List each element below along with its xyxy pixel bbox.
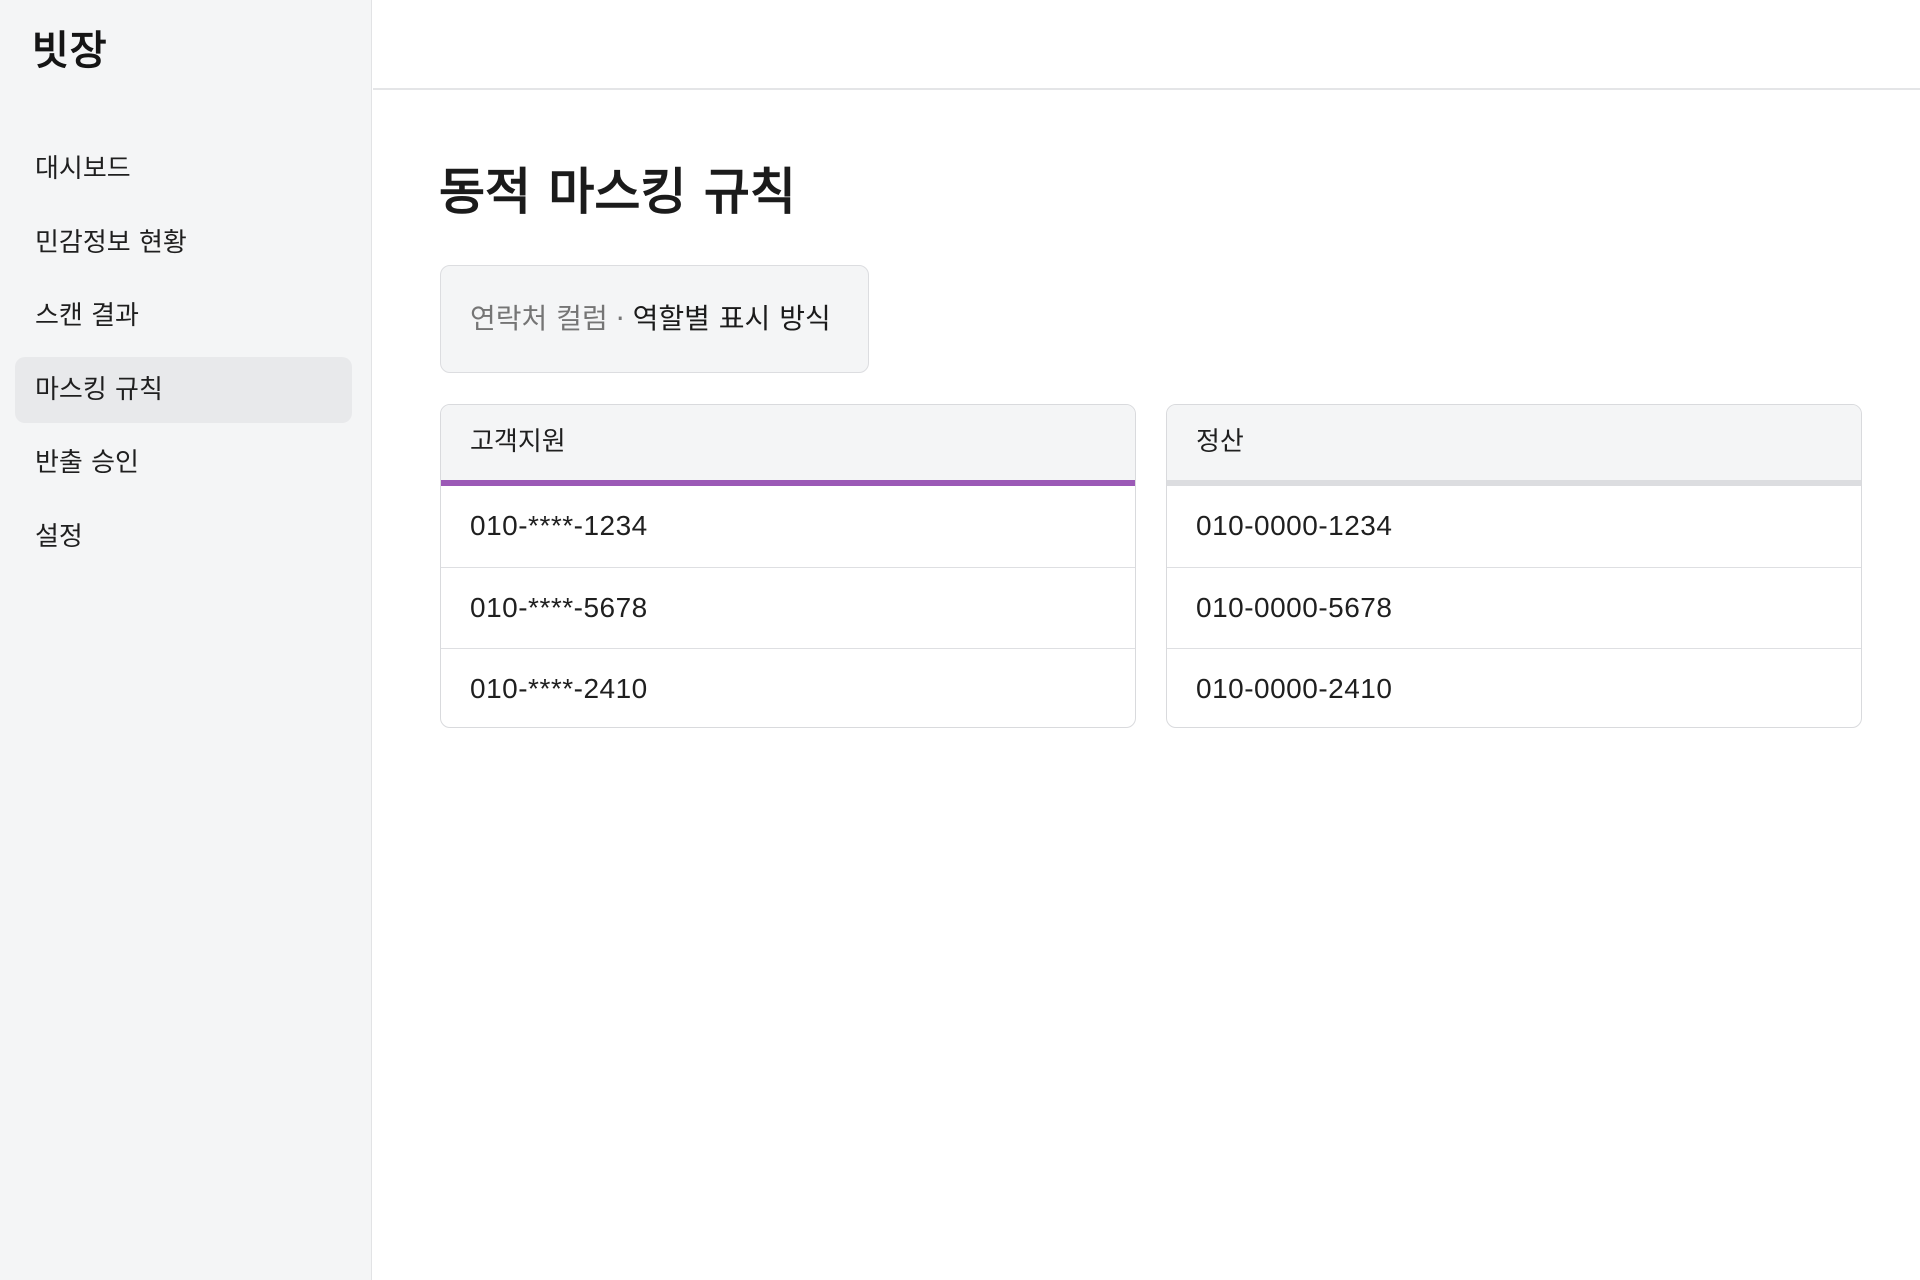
- app-window: 빗장 대시보드 민감정보 현황 스캔 결과 마스킹 규칙 반출 승인 설정 동적…: [0, 0, 1920, 1280]
- role-card-header: 정산: [1167, 405, 1861, 480]
- masked-value-row: 010-****-1234: [470, 510, 648, 541]
- role-card-customer-support: 고객지원 010-****-1234 010-****-5678 010-***…: [440, 404, 1136, 728]
- sidebar-item-export-approval[interactable]: 반출 승인: [15, 430, 352, 496]
- context-column: 연락처 컬럼: [470, 302, 608, 335]
- page-title: 동적 마스킹 규칙: [439, 163, 796, 221]
- value-row: 010-0000-2410: [1167, 648, 1861, 727]
- role-card-settlement: 정산 010-0000-1234 010-0000-5678 010-0000-…: [1166, 404, 1862, 728]
- sidebar-item-scan-results[interactable]: 스캔 결과: [15, 283, 352, 349]
- value-row: 010-0000-5678: [1167, 567, 1861, 648]
- sidebar: 빗장 대시보드 민감정보 현황 스캔 결과 마스킹 규칙 반출 승인 설정: [0, 0, 372, 1280]
- sidebar-item-settings[interactable]: 설정: [15, 504, 352, 570]
- main-content: 동적 마스킹 규칙 연락처 컬럼 · 역할별 표시 방식 고객지원 010-****…: [373, 90, 1920, 1280]
- masked-value-row: 010-****-2410: [441, 648, 1135, 727]
- sidebar-item-sensitive-data-status[interactable]: 민감정보 현황: [15, 210, 352, 276]
- context-label: 연락처 컬럼 · 역할별 표시 방식: [440, 265, 869, 373]
- sidebar-item-dashboard[interactable]: 대시보드: [15, 136, 352, 202]
- sidebar-item-masking-rules[interactable]: 마스킹 규칙: [15, 356, 352, 423]
- app-logo: 빗장: [32, 28, 108, 74]
- masked-value-row: 010-****-5678: [441, 567, 1135, 648]
- context-mode: 역할별 표시 방식: [632, 302, 831, 335]
- value-row: 010-0000-1234: [1196, 510, 1393, 541]
- context-separator: ·: [615, 302, 625, 335]
- sidebar-nav: 대시보드 민감정보 현황 스캔 결과 마스킹 규칙 반출 승인 설정: [15, 136, 352, 577]
- top-bar: [373, 0, 1920, 90]
- role-card-header: 고객지원: [441, 405, 1135, 480]
